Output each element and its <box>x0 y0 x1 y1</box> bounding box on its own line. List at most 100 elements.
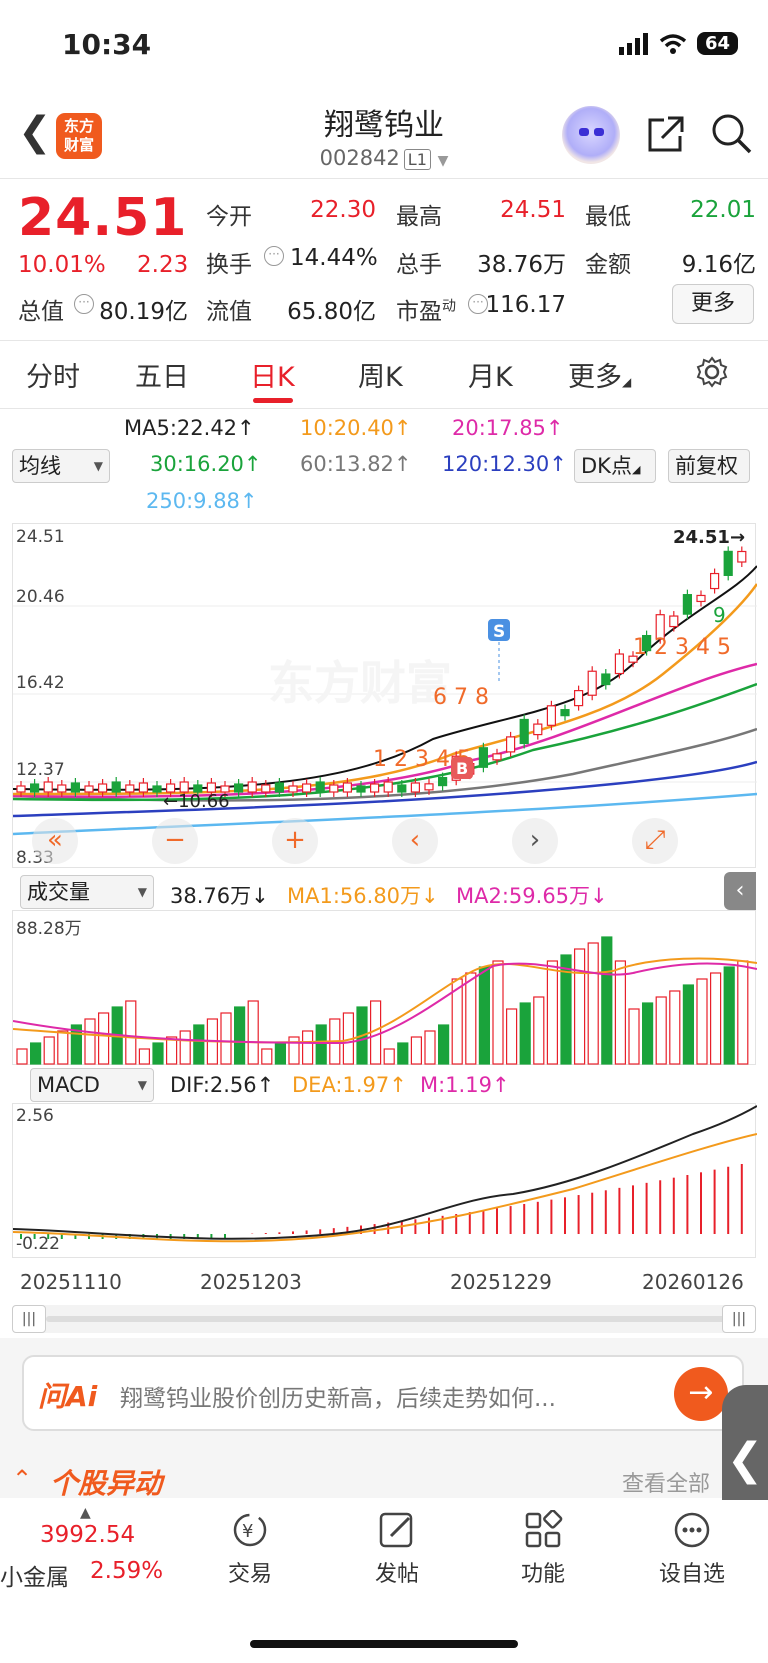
more-button[interactable]: 更多 <box>672 284 754 324</box>
chevron-down-icon: ▼ <box>437 153 449 169</box>
candle-body <box>261 784 271 793</box>
fullscreen-icon[interactable]: ⤢ <box>632 818 678 864</box>
tab-five-day[interactable]: 五日 <box>135 355 189 394</box>
dif-line <box>12 1105 758 1240</box>
svg-text:S: S <box>493 622 505 642</box>
watermark-logo: 东方财富 <box>268 656 452 710</box>
ai-brand: 问Ai <box>38 1380 98 1413</box>
scroll-far-left-button[interactable]: « <box>32 818 78 864</box>
zoom-out-button[interactable]: − <box>152 818 198 864</box>
tab-monthly-k[interactable]: 月K <box>468 355 513 394</box>
volume-select[interactable]: 成交量 ▼ <box>20 875 154 909</box>
ma20-label: 20:17.85↑ <box>452 416 564 440</box>
post-button[interactable]: 发帖 <box>362 1510 432 1588</box>
candle-body <box>356 785 366 793</box>
candle-body <box>274 782 284 793</box>
candle-body <box>723 550 733 576</box>
volume-bar <box>533 996 545 1065</box>
volume-value: 38.76万 <box>477 252 566 278</box>
index-name[interactable]: 小金属 <box>0 1558 69 1592</box>
svg-text:¥: ¥ <box>242 1521 253 1542</box>
range-handle-right[interactable]: ||| <box>722 1305 756 1333</box>
volume-chart[interactable] <box>12 910 758 1065</box>
wifi-icon <box>659 33 687 54</box>
candle-body <box>397 784 407 793</box>
volume-bars <box>16 936 749 1065</box>
tab-daily-k[interactable]: 日K <box>250 355 295 394</box>
volume-bar <box>315 1024 327 1065</box>
volume-bar <box>302 1030 314 1065</box>
share-icon[interactable] <box>644 112 688 156</box>
volume-bar <box>247 1000 259 1065</box>
volume-label: 总手 <box>396 252 442 278</box>
candle-body <box>533 723 543 736</box>
kline-chart[interactable]: 东方财富 1 2 3 4 5 6 7 8 S B 1 2 3 4 5 9 ←10… <box>12 523 759 868</box>
view-all-link[interactable]: 查看全部 <box>622 1466 710 1498</box>
y-axis-tick: 12.37 <box>16 760 65 780</box>
candle-body <box>424 783 434 791</box>
date-tick: 20251203 <box>200 1270 302 1294</box>
macd-select[interactable]: MACD ▼ <box>30 1068 154 1102</box>
trade-button[interactable]: ¥ 交易 <box>215 1510 285 1588</box>
candle-body <box>546 705 557 726</box>
volume-ma1-label: MA1:56.80万↓ <box>287 884 439 908</box>
level-badge: L1 <box>403 149 431 170</box>
candle-body <box>152 785 162 793</box>
volume-bar <box>546 960 559 1065</box>
volume-bar <box>519 1002 531 1065</box>
add-watchlist-button[interactable]: 设自选 <box>652 1510 732 1588</box>
candle-body <box>315 781 325 793</box>
scroll-left-button[interactable]: ‹ <box>392 818 438 864</box>
scroll-right-button[interactable]: › <box>512 818 558 864</box>
volume-bar <box>57 1030 69 1065</box>
low-mark: ←10.66 <box>163 791 230 812</box>
macd-chart[interactable] <box>12 1103 758 1258</box>
ma120-label: 120:12.30↑ <box>442 452 567 476</box>
candle-body <box>560 709 570 717</box>
td-count-marks: 1 2 3 4 5 <box>633 635 731 660</box>
zoom-in-button[interactable]: + <box>272 818 318 864</box>
volume-bar <box>709 972 722 1065</box>
volume-bar <box>288 1036 300 1065</box>
arrow-right-icon[interactable]: → <box>674 1367 728 1421</box>
macd-axis-min: -0.22 <box>16 1234 60 1254</box>
adjust-button[interactable]: 前复权 <box>668 449 750 483</box>
candle-body <box>247 781 257 793</box>
candle-body <box>682 594 693 615</box>
index-value[interactable]: 3992.54 <box>40 1522 135 1548</box>
index-pct[interactable]: 2.59% <box>90 1558 163 1584</box>
tab-weekly-k[interactable]: 周K <box>358 355 403 394</box>
ma60-label: 60:13.82↑ <box>300 452 412 476</box>
volume-bar <box>125 1000 137 1065</box>
collapse-side-icon[interactable]: ‹ <box>724 872 756 910</box>
pe-label: 市盈动 <box>396 298 456 325</box>
volume-bar <box>234 1006 246 1065</box>
tab-more[interactable]: 更多◢ <box>568 355 631 394</box>
ai-assistant-icon[interactable] <box>562 106 620 164</box>
mcap-label: 总值 <box>18 299 64 325</box>
date-tick: 20251229 <box>450 1270 552 1294</box>
ma10-label: 10:20.40↑ <box>300 416 412 440</box>
info-icon[interactable]: ··· <box>264 246 284 266</box>
function-button[interactable]: 功能 <box>508 1509 578 1588</box>
candle-body <box>478 747 488 768</box>
float-label: 流值 <box>206 299 252 325</box>
svg-text:B: B <box>456 759 468 778</box>
info-icon[interactable]: ··· <box>74 294 94 314</box>
low-label: 最低 <box>585 204 631 230</box>
amount-label: 金额 <box>585 252 631 278</box>
ai-question-box[interactable]: 问Ai 翔鹭钨业股价创历史新高，后续走势如何... → <box>22 1355 744 1431</box>
settings-gear-icon[interactable] <box>695 355 729 389</box>
range-handle-left[interactable]: ||| <box>12 1305 46 1333</box>
chevron-up-icon[interactable]: ⌃ <box>12 1465 32 1493</box>
search-icon[interactable] <box>710 112 754 156</box>
ma-select[interactable]: 均线 ▼ <box>12 449 110 483</box>
tab-intraday[interactable]: 分时 <box>26 355 80 394</box>
volume-bar <box>152 1042 164 1065</box>
change-amount: 2.23 <box>137 252 189 278</box>
dk-point-button[interactable]: DK点◢ <box>574 449 656 483</box>
candle-body <box>234 783 244 793</box>
range-slider[interactable]: ||| ||| <box>12 1305 756 1333</box>
volume-bar <box>179 1030 191 1065</box>
candle-body <box>84 785 94 793</box>
